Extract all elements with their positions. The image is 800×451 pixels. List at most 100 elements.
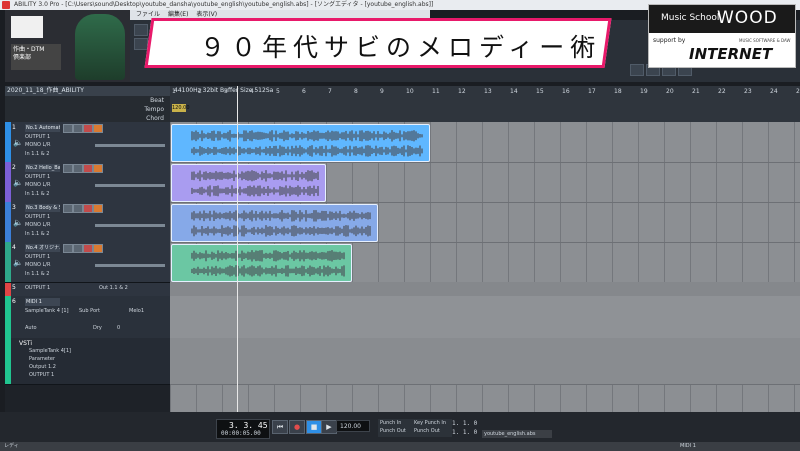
record-arm-button[interactable] bbox=[83, 244, 93, 253]
audio-track[interactable]: 1 No.1 Automatic OUTPUT 1 MONO L/R In 1.1 & … bbox=[5, 122, 170, 163]
midi-sub-port[interactable]: Sub Port bbox=[79, 308, 100, 314]
vsti-parameter[interactable]: Parameter bbox=[29, 356, 55, 362]
bar-number: 18 bbox=[614, 88, 622, 95]
key-punch-locator[interactable]: Key Punch In Punch Out bbox=[412, 419, 452, 437]
toolbar-button[interactable] bbox=[630, 64, 644, 76]
play-button[interactable]: ▶ bbox=[321, 420, 337, 434]
record-arm-button[interactable] bbox=[83, 204, 93, 213]
auto-button[interactable] bbox=[93, 124, 103, 133]
tempo-label: Tempo bbox=[144, 106, 164, 113]
track-lane[interactable] bbox=[170, 338, 800, 385]
track-output[interactable]: OUTPUT 1 bbox=[25, 174, 50, 180]
auto-button[interactable] bbox=[93, 164, 103, 173]
track-number: 6 bbox=[12, 298, 16, 305]
position-counter[interactable]: 3. 3. 45 00:00:05.00 bbox=[216, 419, 270, 439]
midi-melody[interactable]: Melo1 bbox=[129, 308, 144, 314]
track-output[interactable]: OUTPUT 1 bbox=[25, 134, 50, 140]
audio-clip[interactable] bbox=[171, 164, 327, 202]
tempo-display[interactable]: 120.00 bbox=[336, 420, 370, 432]
midi-track[interactable]: 6 MIDI 1 SampleTank 4 [1] Sub Port Melo1… bbox=[5, 296, 170, 339]
track-input[interactable]: In 1.1 & 2 bbox=[25, 151, 49, 157]
playhead[interactable] bbox=[237, 86, 238, 412]
record-arm-button[interactable] bbox=[83, 124, 93, 133]
dry-value[interactable]: 0 bbox=[117, 325, 120, 331]
track-input[interactable]: In 1.1 & 2 bbox=[25, 271, 49, 277]
track-mono[interactable]: MONO L/R bbox=[25, 222, 50, 228]
track-name[interactable]: No.4 オリジナル楽曲 bbox=[25, 244, 60, 252]
audio-format: 44100Hz 32bit Buffer Size 512Sa bbox=[170, 86, 370, 96]
speaker-icon: 🔈 bbox=[13, 138, 23, 147]
banner-title: ９０年代サビのメロディー術 bbox=[200, 33, 602, 62]
track-mono[interactable]: MONO L/R bbox=[25, 142, 50, 148]
toolbar-button[interactable] bbox=[134, 24, 148, 36]
record-button[interactable]: ● bbox=[289, 420, 305, 434]
track-input[interactable]: In 1.1 & 2 bbox=[25, 231, 49, 237]
track-output[interactable]: OUTPUT 1 bbox=[25, 254, 50, 260]
audio-track[interactable]: 3 No.3 Body & Soul OUTPUT 1 MONO L/R In 1.1 … bbox=[5, 202, 170, 243]
track-mono[interactable]: MONO L/R bbox=[25, 182, 50, 188]
track-name[interactable]: No.1 Automatic bbox=[25, 124, 60, 132]
vsti-instrument[interactable]: SampleTank 4[1] bbox=[29, 348, 71, 354]
vsti-output[interactable]: Output 1.2 bbox=[29, 364, 56, 370]
mute-button[interactable] bbox=[63, 244, 73, 253]
stop-button[interactable]: ■ bbox=[306, 420, 322, 434]
badge-school: Music School bbox=[661, 13, 720, 23]
volume-fader[interactable] bbox=[95, 144, 165, 147]
project-file-link[interactable]: youtube_english.abs bbox=[482, 430, 552, 438]
volume-fader[interactable] bbox=[95, 184, 165, 187]
track-name[interactable]: No.3 Body & Soul bbox=[25, 204, 60, 212]
track-mono[interactable]: MONO L/R bbox=[25, 262, 50, 268]
volume-fader[interactable] bbox=[95, 264, 165, 267]
audio-track[interactable]: 2 No.2 Hello_Ba... OUTPUT 1 MONO L/R In 1.1 … bbox=[5, 162, 170, 203]
solo-button[interactable] bbox=[73, 204, 83, 213]
record-arm-button[interactable] bbox=[83, 164, 93, 173]
track-output[interactable]: OUTPUT 1 bbox=[25, 214, 50, 220]
status-midi: MIDI 1 bbox=[680, 443, 696, 449]
key-punch-out-label: Punch Out bbox=[414, 428, 440, 434]
instrument-name[interactable]: SampleTank 4 [1] bbox=[25, 308, 69, 314]
track-color-strip bbox=[5, 202, 11, 242]
track-number: 2 bbox=[12, 164, 16, 171]
mute-button[interactable] bbox=[63, 124, 73, 133]
mute-button[interactable] bbox=[63, 164, 73, 173]
auto-mode[interactable]: Auto bbox=[25, 325, 37, 331]
arrange-area[interactable] bbox=[170, 122, 800, 412]
auto-button[interactable] bbox=[93, 204, 103, 213]
solo-button[interactable] bbox=[73, 244, 83, 253]
menu-view[interactable]: 表示(V) bbox=[196, 11, 217, 18]
audio-track[interactable]: 4 No.4 オリジナル楽曲 OUTPUT 1 MONO L/R In 1.1 & 2🔈 bbox=[5, 242, 170, 283]
track-color-strip bbox=[5, 122, 11, 162]
mute-button[interactable] bbox=[63, 204, 73, 213]
auto-button[interactable] bbox=[93, 244, 103, 253]
track-name[interactable]: MIDI 1 bbox=[25, 298, 60, 306]
menu-file[interactable]: ファイル bbox=[136, 11, 160, 18]
track-lane[interactable] bbox=[170, 282, 800, 297]
key-punch-in-label: Key Punch In bbox=[414, 420, 447, 426]
track-list: 5 OUTPUT 1 Out 1.1 & 2 6 MIDI 1 SampleTa… bbox=[5, 122, 170, 412]
punch-values[interactable]: 1. 1. 0 1. 1. 0 bbox=[452, 419, 477, 437]
track-input[interactable]: In 1.1 & 2 bbox=[25, 191, 49, 197]
track-number: 1 bbox=[12, 124, 16, 131]
solo-button[interactable] bbox=[73, 164, 83, 173]
audio-clip[interactable] bbox=[171, 124, 431, 162]
waveform bbox=[191, 170, 319, 197]
menu-edit[interactable]: 編集(E) bbox=[168, 11, 188, 18]
solo-button[interactable] bbox=[73, 124, 83, 133]
track-lane[interactable] bbox=[170, 296, 800, 339]
punch-locator[interactable]: Punch In Punch Out bbox=[378, 419, 412, 437]
bar-number: 15 bbox=[536, 88, 544, 95]
toolbar-button[interactable] bbox=[134, 38, 148, 50]
vsti-output-bus[interactable]: OUTPUT 1 bbox=[29, 372, 54, 378]
tempo-marker[interactable]: 120.00 bbox=[172, 104, 190, 112]
track-output: OUTPUT 1 bbox=[25, 285, 51, 291]
track-name[interactable]: No.2 Hello_Ba... bbox=[25, 164, 60, 172]
bar-number: 22 bbox=[718, 88, 726, 95]
audio-clip[interactable] bbox=[171, 204, 379, 242]
rewind-button[interactable]: ⏮ bbox=[272, 420, 288, 434]
vsti-track[interactable]: VSTi SampleTank 4[1] Parameter Output 1.… bbox=[5, 338, 170, 385]
badge-subtitle: MUSIC SOFTWARE & DAW bbox=[739, 38, 791, 43]
volume-fader[interactable] bbox=[95, 224, 165, 227]
track-color-strip bbox=[5, 282, 11, 296]
master-track[interactable]: 5 OUTPUT 1 Out 1.1 & 2 bbox=[5, 282, 170, 297]
audio-clip[interactable] bbox=[171, 244, 353, 282]
